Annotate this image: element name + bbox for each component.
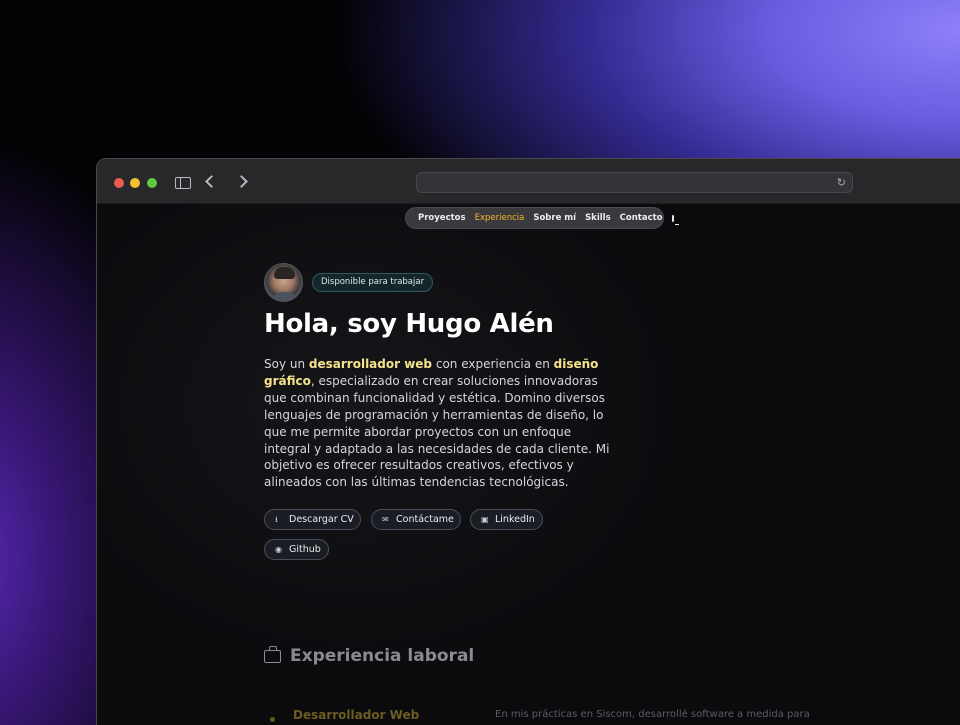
availability-badge: Disponible para trabajar	[312, 273, 434, 292]
bio-text: , especializado en crear soluciones inno…	[264, 373, 610, 490]
contact-label: Contáctame	[396, 514, 454, 525]
avatar	[264, 263, 303, 302]
bio-text: Soy un	[264, 357, 309, 371]
nav-item-experiencia[interactable]: Experiencia	[475, 213, 525, 223]
download-cv-button[interactable]: ⭳ Descargar CV	[264, 509, 361, 530]
web-page: Proyectos Experiencia Sobre mí Skills Co…	[97, 204, 960, 725]
bio-highlight-web: desarrollador web	[308, 357, 433, 371]
experience-section-title: Experiencia laboral	[264, 646, 474, 666]
linkedin-label: LinkedIn	[495, 514, 535, 525]
nav-item-proyectos[interactable]: Proyectos	[418, 213, 466, 223]
sidebar-toggle-icon[interactable]	[175, 177, 191, 189]
top-navigation: Proyectos Experiencia Sobre mí Skills Co…	[405, 207, 679, 229]
contact-button[interactable]: ✉ Contáctame	[371, 509, 461, 530]
job-title: Desarrollador Web	[293, 708, 420, 722]
github-button[interactable]: ◉ Github	[264, 539, 329, 560]
job-description: En mis prácticas en Siscom, desarrollé s…	[495, 709, 810, 720]
forward-icon[interactable]	[235, 172, 248, 188]
download-icon: ⭳	[275, 515, 278, 524]
linkedin-icon: ▣	[481, 515, 489, 524]
maximize-window-button[interactable]	[147, 178, 157, 188]
github-icon: ◉	[275, 545, 282, 554]
nav-item-contacto[interactable]: Contacto	[620, 213, 663, 223]
page-title: Hola, soy Hugo Alén	[264, 309, 554, 339]
mail-icon: ✉	[382, 515, 389, 524]
reload-icon[interactable]: ↻	[837, 176, 846, 190]
monitor-icon[interactable]	[671, 214, 679, 225]
nav-item-sobre-mi[interactable]: Sobre mí	[533, 213, 576, 223]
experience-title-text: Experiencia laboral	[290, 646, 475, 666]
close-window-button[interactable]	[114, 178, 124, 188]
nav-item-skills[interactable]: Skills	[585, 213, 611, 223]
minimize-window-button[interactable]	[130, 178, 140, 188]
download-cv-label: Descargar CV	[289, 514, 354, 525]
github-label: Github	[289, 544, 321, 555]
back-icon[interactable]	[205, 172, 218, 188]
linkedin-button[interactable]: ▣ LinkedIn	[470, 509, 543, 530]
address-bar[interactable]: ↻	[416, 172, 853, 193]
bio-paragraph: Soy un desarrollador web con experiencia…	[264, 356, 616, 491]
browser-toolbar: ↻	[97, 159, 960, 204]
timeline-dot	[270, 717, 275, 722]
browser-window: ↻ Proyectos Experiencia Sobre mí Skills …	[96, 158, 960, 725]
bio-text: con experiencia en	[432, 357, 554, 371]
